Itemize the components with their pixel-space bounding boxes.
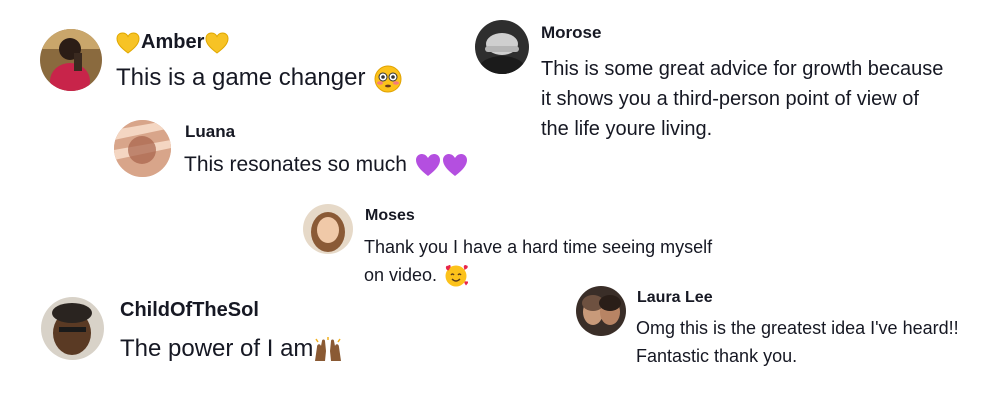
comment-text: This is a game changer bbox=[116, 64, 402, 93]
comment-username[interactable]: Amber bbox=[116, 31, 229, 54]
yellow-heart-icon bbox=[116, 32, 140, 54]
avatar[interactable] bbox=[114, 120, 171, 177]
comment-username[interactable]: Laura Lee bbox=[637, 289, 713, 307]
smiling-face-with-hearts-icon bbox=[444, 264, 469, 288]
comment-text: Omg this is the greatest idea I've heard… bbox=[636, 318, 959, 366]
avatar[interactable] bbox=[475, 20, 529, 74]
avatar[interactable] bbox=[576, 286, 626, 336]
comment-text: Thank you I have a hard time seeing myse… bbox=[364, 233, 712, 289]
avatar[interactable] bbox=[303, 204, 353, 254]
comment-text: The power of I am bbox=[120, 335, 343, 363]
comment-text: This resonates so much bbox=[184, 153, 469, 177]
avatar[interactable] bbox=[41, 297, 104, 360]
avatar[interactable] bbox=[40, 29, 102, 91]
comment-username[interactable]: Morose bbox=[541, 23, 601, 43]
comment-username-text: Amber bbox=[141, 31, 205, 53]
raising-hands-icon bbox=[313, 336, 343, 363]
comment-username[interactable]: Luana bbox=[185, 122, 235, 142]
purple-hearts-icon bbox=[415, 153, 469, 177]
flushed-face-icon bbox=[374, 65, 402, 93]
comment-text: This is some great advice for growth bec… bbox=[541, 58, 944, 140]
comment-username[interactable]: Moses bbox=[365, 207, 415, 225]
yellow-heart-icon bbox=[205, 32, 229, 54]
comment-username[interactable]: ChildOfTheSol bbox=[120, 299, 259, 322]
